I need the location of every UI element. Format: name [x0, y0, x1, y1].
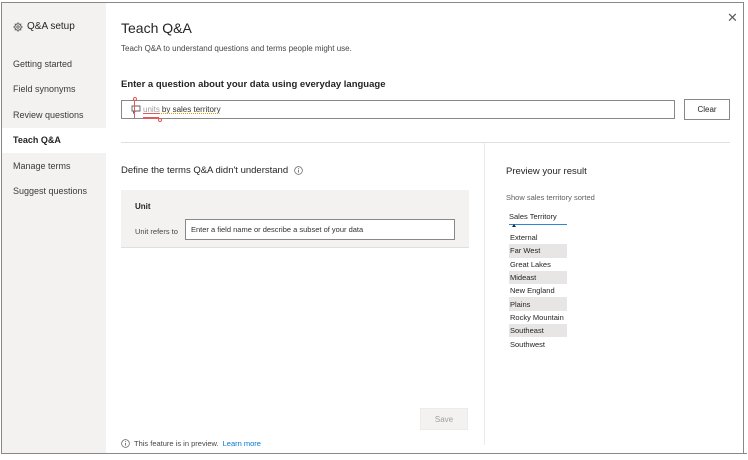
table-row: Rocky Mountain	[510, 312, 564, 322]
info-icon	[121, 439, 130, 448]
term-definition-input[interactable]	[185, 219, 455, 240]
preview-column-header[interactable]: Sales Territory	[509, 212, 567, 225]
page-subtitle: Teach Q&A to understand questions and te…	[121, 44, 352, 53]
sidebar-nav: Getting started Field synonyms Review qu…	[2, 51, 106, 204]
selection-handle-start[interactable]	[133, 97, 137, 101]
table-row: Mideast	[509, 270, 567, 285]
table-row: Great Lakes	[510, 259, 551, 269]
define-terms-label: Define the terms Q&A didn't understand	[121, 165, 289, 176]
preview-notice-text: This feature is in preview.	[134, 439, 219, 448]
recognized-text: by sales territory	[161, 105, 221, 114]
save-button[interactable]: Save	[420, 408, 468, 430]
question-label: Enter a question about your data using e…	[121, 79, 386, 90]
define-terms-heading: Define the terms Q&A didn't understand	[121, 165, 303, 176]
main-content: Teach Q&A Teach Q&A to understand questi…	[106, 3, 745, 453]
sort-ascending-icon	[512, 224, 516, 227]
table-row: Southwest	[510, 339, 546, 349]
column-divider	[484, 143, 485, 445]
sidebar-item-teach-qa[interactable]: Teach Q&A	[2, 127, 106, 153]
preview-description: Show sales territory sorted	[506, 193, 595, 202]
table-row: External	[510, 233, 538, 243]
sidebar-item-field-synonyms[interactable]: Field synonyms	[2, 77, 106, 103]
table-row: New England	[510, 286, 555, 296]
sidebar-title: Q&A setup	[27, 21, 75, 32]
preview-notice: This feature is in preview. Learn more	[121, 439, 261, 448]
learn-more-link[interactable]: Learn more	[223, 439, 261, 448]
preview-title: Preview your result	[506, 166, 587, 177]
term-refers-label: Unit refers to	[135, 227, 178, 236]
info-icon[interactable]	[294, 166, 303, 175]
text-selection-bar	[134, 101, 159, 118]
term-definition-card: Unit Unit refers to	[121, 190, 469, 248]
term-error-underline	[143, 117, 159, 119]
table-row: Plains	[509, 297, 567, 311]
sidebar-item-manage-terms[interactable]: Manage terms	[2, 153, 106, 179]
gear-icon	[13, 21, 23, 32]
clear-button[interactable]: Clear	[684, 99, 730, 120]
window-corner	[743, 450, 747, 454]
table-row: Far West	[509, 244, 567, 258]
page-title: Teach Q&A	[121, 20, 192, 36]
selection-handle-end[interactable]	[158, 118, 162, 122]
term-name: Unit	[135, 202, 151, 211]
sidebar-item-suggest-questions[interactable]: Suggest questions	[2, 179, 106, 205]
table-row: Southeast	[509, 324, 567, 338]
question-input[interactable]: units by sales territory	[121, 100, 675, 119]
section-divider	[121, 142, 730, 143]
sidebar-item-review-questions[interactable]: Review questions	[2, 102, 106, 128]
sidebar-item-getting-started[interactable]: Getting started	[2, 51, 106, 77]
sidebar-header: Q&A setup	[13, 21, 75, 32]
qa-setup-dialog: Q&A setup Getting started Field synonyms…	[1, 2, 744, 454]
preview-table: External Far West Great Lakes Mideast Ne…	[509, 231, 567, 351]
sidebar: Q&A setup Getting started Field synonyms…	[2, 3, 106, 453]
